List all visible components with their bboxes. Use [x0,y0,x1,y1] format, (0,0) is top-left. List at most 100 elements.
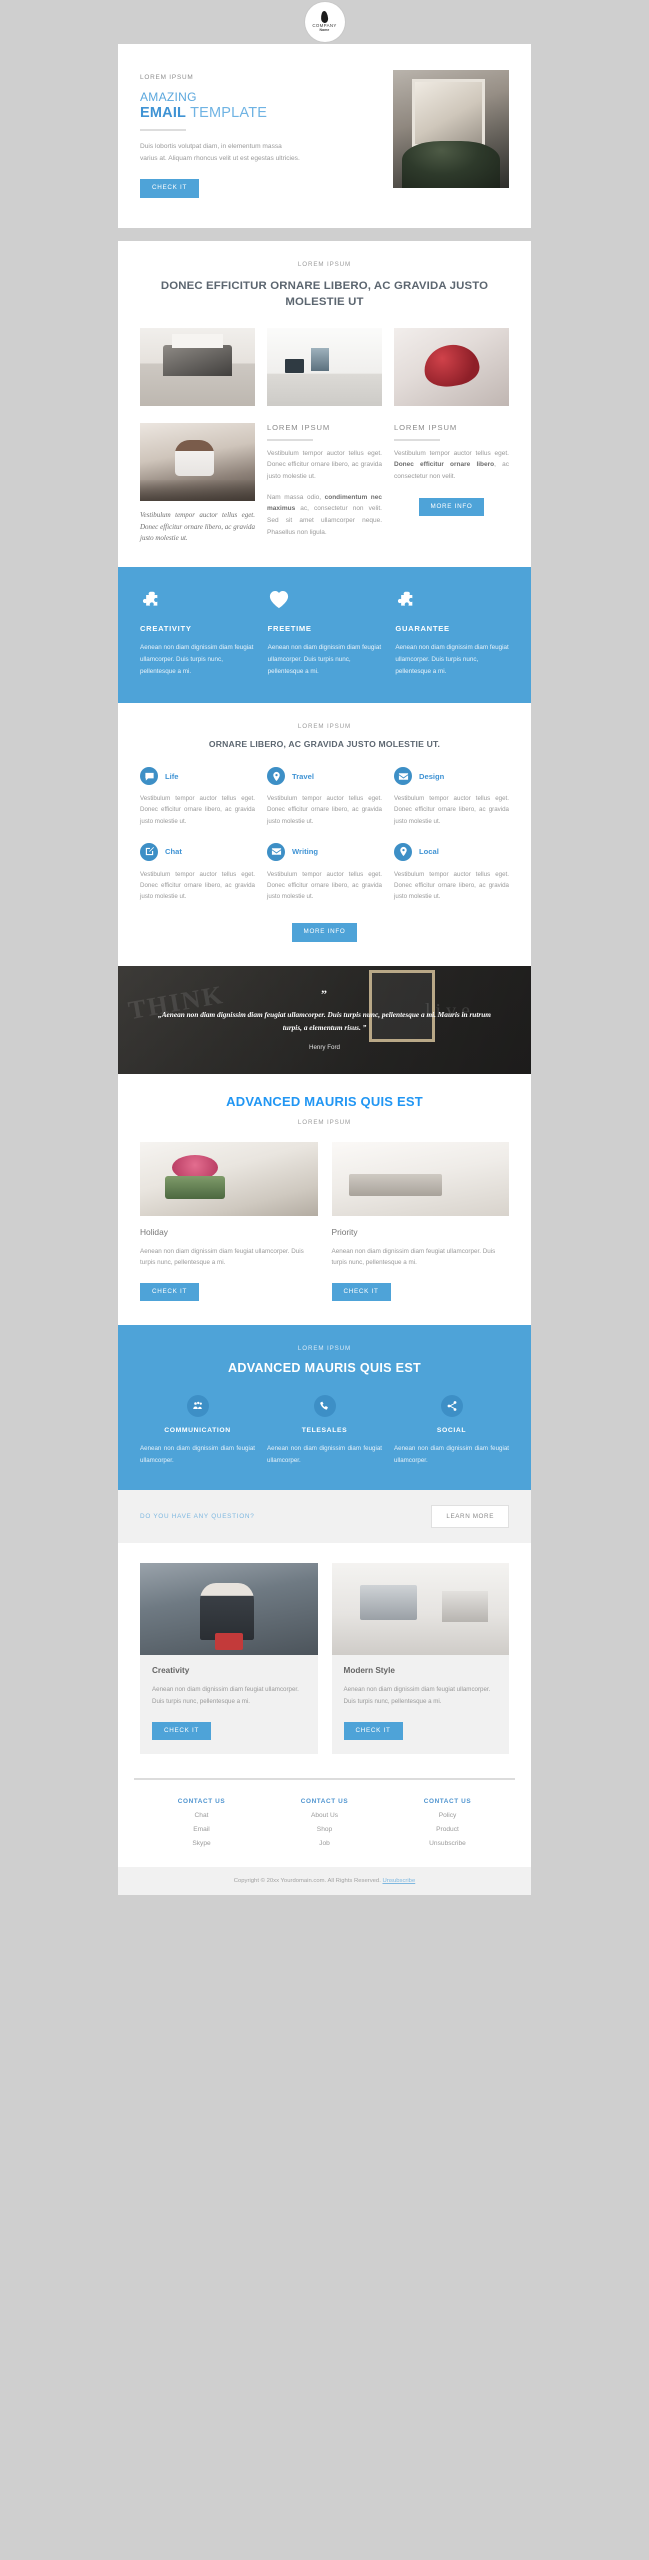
column-middle-p1: Vestibulum tempor auctor tellus eget. Do… [267,449,382,481]
hero-image [393,70,509,188]
advanced-white-heading: ADVANCED MAURIS QUIS EST [226,1093,423,1109]
blue-item-title: TELESALES [301,1427,348,1435]
service-item-writing[interactable]: Writing Vestibulum tempor auctor tellus … [267,842,382,902]
footer-link-email[interactable]: Email [140,1826,263,1833]
services-section: LOREM IPSUM ORNARE LIBERO, AC GRAVIDA JU… [118,703,531,965]
feature-text: Aenean non diam dignissim diam feugiat u… [267,644,382,675]
service-name: Writing [292,847,319,857]
hero-check-it-button[interactable]: CHECK IT [140,179,199,198]
quote-text: „Aenean non diam dignissim diam feugiat … [158,1009,491,1032]
footer-link-unsubscribe[interactable]: Unsubscribe [386,1840,509,1847]
footer-link-skype[interactable]: Skype [140,1840,263,1847]
copyright-text: Copyright © 20xx Yourdomain.com. All Rig… [233,1878,383,1885]
card-text: Aenean non diam dignissim diam feugiat u… [331,1247,496,1267]
footer-heading: CONTACT US [177,1798,226,1806]
footer-link-about-us[interactable]: About Us [263,1812,386,1819]
feature-text: Aenean non diam dignissim diam feugiat u… [395,644,509,675]
blue-item-text: Aenean non diam dignissim diam feugiat u… [140,1445,255,1464]
blue-item-social: SOCIAL Aenean non diam dignissim diam fe… [394,1395,509,1466]
card-holiday: Holiday Aenean non diam dignissim diam f… [140,1141,318,1302]
flame-icon [320,10,329,24]
hero-paragraph: Duis lobortis volutpat diam, in elementu… [140,143,300,162]
service-name: Travel [292,771,314,781]
card-priority: Priority Aenean non diam dignissim diam … [331,1141,509,1302]
blue-item-text: Aenean non diam dignissim diam feugiat u… [394,1445,509,1464]
service-item-life[interactable]: Life Vestibulum tempor auctor tellus ege… [140,767,255,826]
holiday-image [140,1141,318,1216]
card-text: Aenean non diam dignissim diam feugiat u… [140,1247,304,1267]
service-name: Life [165,771,179,781]
bottom-card-modern-style: Modern Style Aenean non diam dignissim d… [331,1563,509,1755]
footer-link-policy[interactable]: Policy [386,1812,509,1819]
desk-image [267,327,382,406]
hero-divider [140,129,186,132]
footer-link-job[interactable]: Job [263,1840,386,1847]
section2-more-info-button[interactable]: MORE INFO [418,497,485,517]
services-heading: ORNARE LIBERO, AC GRAVIDA JUSTO MOLESTIE… [208,739,441,750]
puzzle-icon [140,589,254,611]
service-name: Local [419,847,439,857]
service-item-local[interactable]: Local Vestibulum tempor auctor tellus eg… [394,842,509,902]
feature-title: CREATIVITY [140,624,192,634]
service-text: Vestibulum tempor auctor tellus eget. Do… [140,870,255,901]
feature-freetime: FREETIME Aenean non diam dignissim diam … [268,589,382,677]
advanced-white-eyebrow: LOREM IPSUM [297,1118,352,1126]
hero-title: AMAZING EMAIL TEMPLATE [140,90,379,122]
map-pin-icon [267,767,285,786]
envelope-icon [267,842,285,861]
section2-heading: DONEC EFFICITUR ORNARE LIBERO, AC GRAVID… [160,279,489,309]
hero-eyebrow: LOREM IPSUM [140,74,194,81]
company-logo-badge[interactable]: COMPANY Name [304,2,345,42]
footer-link-shop[interactable]: Shop [263,1826,386,1833]
footer-heading: CONTACT US [423,1798,472,1806]
phone-icon [313,1395,336,1418]
bottom-card-title: Creativity [152,1666,190,1676]
feature-title: FREETIME [267,624,312,634]
footer-column-2: CONTACT US About Us Shop Job [263,1798,386,1847]
creativity-check-it-button[interactable]: CHECK IT [152,1721,211,1741]
blue-item-telesales: TELESALES Aenean non diam dignissim diam… [267,1395,382,1466]
service-item-design[interactable]: Design Vestibulum tempor auctor tellus e… [394,767,509,826]
service-text: Vestibulum tempor auctor tellus eget. Do… [267,795,382,825]
holiday-check-it-button[interactable]: CHECK IT [140,1282,199,1302]
service-item-travel[interactable]: Travel Vestibulum tempor auctor tellus e… [267,767,382,826]
advanced-blue-eyebrow: LOREM IPSUM [297,1345,352,1353]
hero-title-light: TEMPLATE [190,105,268,122]
map-pin-icon [394,842,412,861]
logo-line2: Name [319,28,330,33]
column-right-divider [394,438,440,441]
content-section: LOREM IPSUM DONEC EFFICITUR ORNARE LIBER… [118,240,531,1896]
footer-column-1: CONTACT US Chat Email Skype [140,1798,263,1847]
service-item-chat[interactable]: Chat Vestibulum tempor auctor tellus ege… [140,842,255,902]
unsubscribe-link[interactable]: Unsubscribe [382,1878,415,1884]
woman-image [140,422,255,501]
people-group-icon [186,1395,209,1418]
copyright-bar: Copyright © 20xx Yourdomain.com. All Rig… [118,1867,531,1896]
envelope-icon [394,767,412,786]
services-grid: Life Vestibulum tempor auctor tellus ege… [140,767,509,902]
learn-more-button[interactable]: LEARN MORE [431,1505,509,1529]
hero-copy: LOREM IPSUM AMAZING EMAIL TEMPLATE Duis … [140,70,379,198]
column-left-text: Vestibulum tempor auctor tellus eget. Do… [140,510,255,543]
column-middle-divider [267,438,313,441]
three-column-content: Vestibulum tempor auctor tellus eget. Do… [140,422,509,546]
card-title: Priority [331,1226,358,1237]
footer-column-3: CONTACT US Policy Product Unsubscribe [386,1798,509,1847]
feature-creativity: CREATIVITY Aenean non diam dignissim dia… [140,589,254,677]
advanced-blue-section: LOREM IPSUM ADVANCED MAURIS QUIS EST COM… [118,1325,531,1491]
services-more-info-button[interactable]: MORE INFO [291,923,358,942]
feature-text: Aenean non diam dignissim diam feugiat u… [140,644,254,675]
bottom-card-creativity: Creativity Aenean non diam dignissim dia… [140,1563,318,1755]
modern-style-check-it-button[interactable]: CHECK IT [343,1721,403,1741]
column-right-heading: LOREM IPSUM [394,422,458,432]
hero-section: LOREM IPSUM AMAZING EMAIL TEMPLATE Duis … [118,44,531,228]
heart-image [394,327,509,406]
footer-link-chat[interactable]: Chat [140,1812,263,1819]
service-name: Chat [165,847,182,857]
footer-link-product[interactable]: Product [386,1826,509,1833]
priority-check-it-button[interactable]: CHECK IT [331,1282,391,1302]
footer: CONTACT US Chat Email Skype CONTACT US A… [118,1780,531,1867]
column-middle-heading: LOREM IPSUM [267,422,331,432]
advanced-blue-grid: COMMUNICATION Aenean non diam dignissim … [140,1395,509,1466]
service-text: Vestibulum tempor auctor tellus eget. Do… [140,795,255,825]
